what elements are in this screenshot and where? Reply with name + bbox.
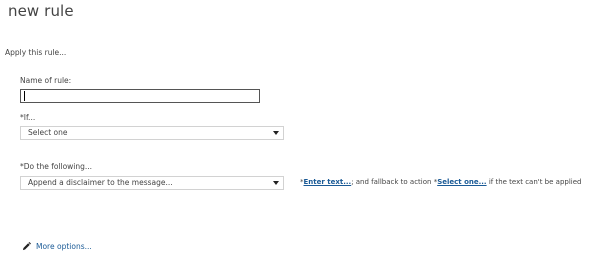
condition-select-value: Select one — [28, 128, 68, 137]
chevron-down-icon — [273, 131, 279, 135]
more-options-link[interactable]: More options... — [22, 242, 92, 251]
action-select-value: Append a disclaimer to the message... — [28, 178, 173, 187]
action-select[interactable]: Append a disclaimer to the message... — [20, 176, 284, 190]
rule-name-input[interactable] — [20, 89, 260, 103]
fallback-text: ; and fallback to action — [351, 178, 434, 186]
text-caret — [24, 91, 25, 101]
condition-select[interactable]: Select one — [20, 126, 284, 140]
page-title: new rule — [8, 2, 74, 20]
disclaimer-parameters: *Enter text...; and fallback to action *… — [300, 178, 581, 186]
chevron-down-icon — [273, 181, 279, 185]
enter-text-link[interactable]: Enter text... — [304, 178, 352, 186]
rule-name-label: Name of rule: — [20, 76, 72, 85]
condition-label: *If... — [20, 113, 36, 122]
fallback-trailing-text: if the text can't be applied — [486, 178, 582, 186]
pencil-icon — [22, 242, 31, 251]
intro-text: Apply this rule... — [5, 48, 67, 57]
select-one-link[interactable]: Select one... — [437, 178, 486, 186]
action-label: *Do the following... — [20, 162, 93, 171]
more-options-label: More options... — [36, 242, 92, 251]
